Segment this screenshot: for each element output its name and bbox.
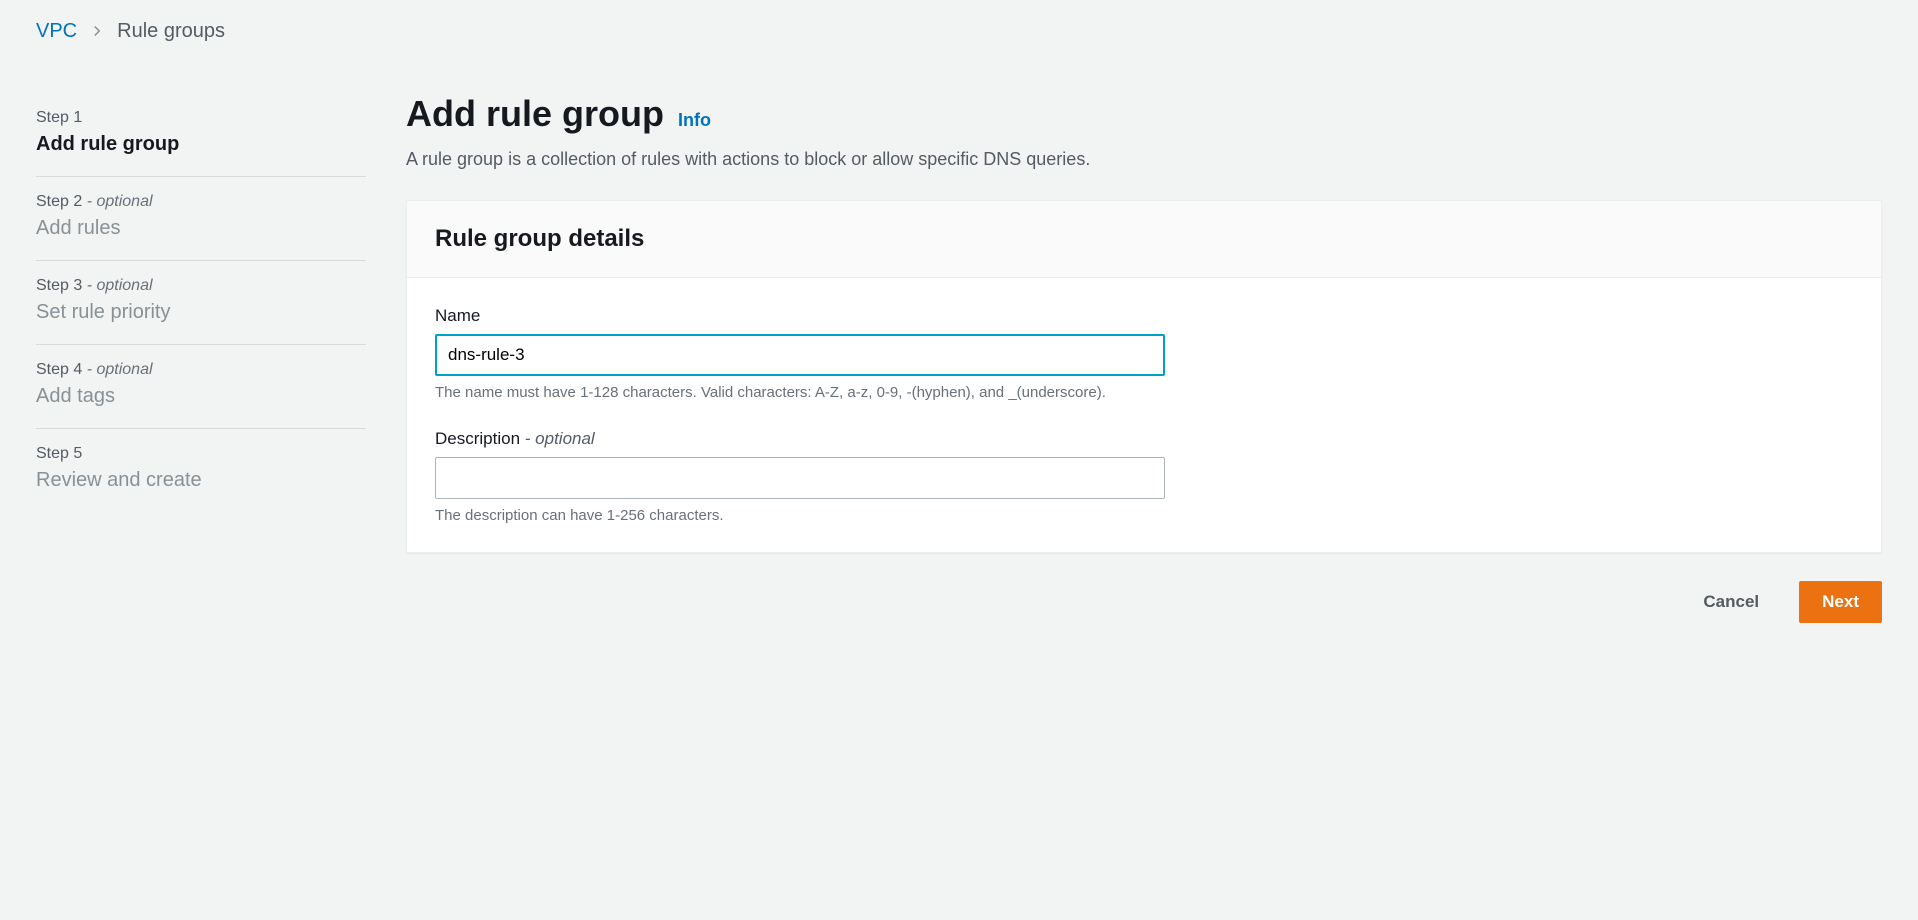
- description-hint: The description can have 1-256 character…: [435, 507, 1853, 524]
- step-title: Review and create: [36, 469, 366, 492]
- rule-group-details-panel: Rule group details Name The name must ha…: [406, 200, 1882, 553]
- step-optional-label: - optional: [82, 193, 152, 210]
- step-number-label: Step 3: [36, 277, 82, 294]
- step-title: Set rule priority: [36, 301, 366, 324]
- step-number-label: Step 2: [36, 193, 82, 210]
- step-title: Add rules: [36, 217, 366, 240]
- next-button[interactable]: Next: [1799, 581, 1882, 623]
- step-optional-label: - optional: [82, 361, 152, 378]
- step-number-label: Step 5: [36, 445, 82, 462]
- chevron-right-icon: [91, 21, 103, 42]
- wizard-step-5[interactable]: Step 5 Review and create: [36, 429, 366, 512]
- name-hint: The name must have 1-128 characters. Val…: [435, 384, 1853, 401]
- step-optional-label: - optional: [82, 277, 152, 294]
- main-content: Add rule group Info A rule group is a co…: [406, 63, 1882, 623]
- breadcrumb: VPC Rule groups: [0, 0, 1918, 63]
- wizard-step-4[interactable]: Step 4 - optional Add tags: [36, 345, 366, 429]
- wizard-step-2[interactable]: Step 2 - optional Add rules: [36, 177, 366, 261]
- panel-title: Rule group details: [435, 225, 1853, 253]
- info-link[interactable]: Info: [678, 110, 711, 131]
- step-number-label: Step 1: [36, 109, 82, 126]
- name-input[interactable]: [435, 334, 1165, 376]
- wizard-steps-sidebar: Step 1 Add rule group Step 2 - optional …: [36, 63, 366, 623]
- description-label: Description: [435, 429, 520, 448]
- footer-actions: Cancel Next: [406, 581, 1882, 623]
- name-label: Name: [435, 306, 1853, 326]
- breadcrumb-current: Rule groups: [117, 20, 225, 43]
- cancel-button[interactable]: Cancel: [1681, 582, 1781, 622]
- wizard-step-3[interactable]: Step 3 - optional Set rule priority: [36, 261, 366, 345]
- breadcrumb-root-link[interactable]: VPC: [36, 20, 77, 43]
- wizard-step-1[interactable]: Step 1 Add rule group: [36, 93, 366, 177]
- description-optional-label: - optional: [520, 429, 595, 448]
- step-title: Add rule group: [36, 133, 366, 156]
- step-title: Add tags: [36, 385, 366, 408]
- description-input[interactable]: [435, 457, 1165, 499]
- page-title: Add rule group: [406, 93, 664, 135]
- page-description: A rule group is a collection of rules wi…: [406, 149, 1882, 170]
- step-number-label: Step 4: [36, 361, 82, 378]
